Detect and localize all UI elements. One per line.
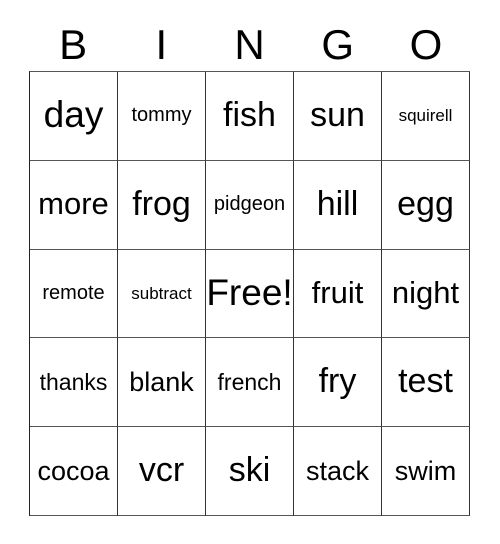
bingo-header-letter-n: N	[234, 20, 265, 68]
bingo-cell-label: fish	[223, 96, 276, 135]
bingo-cell[interactable]: day	[30, 72, 118, 161]
bingo-cell[interactable]: sun	[294, 72, 382, 161]
bingo-cell-label: test	[398, 362, 453, 401]
bingo-cell-label: squirell	[398, 105, 453, 125]
bingo-cell-label: remote	[42, 281, 105, 304]
bingo-cell-label: fruit	[311, 275, 364, 311]
bingo-cell[interactable]: swim	[382, 427, 470, 516]
bingo-header-row: B I N G O	[29, 18, 470, 71]
bingo-cell-label: sun	[310, 96, 365, 135]
bingo-cell-label: fry	[318, 362, 357, 401]
bingo-cell[interactable]: subtract	[118, 249, 206, 339]
bingo-cell[interactable]: fry	[294, 338, 382, 428]
bingo-cell-label: stack	[305, 455, 370, 486]
bingo-cell[interactable]: vcr	[118, 427, 206, 516]
bingo-cell-label: Free!	[206, 272, 293, 314]
bingo-cell[interactable]: thanks	[30, 338, 118, 428]
bingo-card: B I N G O day tommy fish sun squirell mo…	[0, 0, 500, 544]
bingo-header-letter-o: O	[409, 20, 443, 68]
bingo-cell[interactable]: egg	[382, 160, 470, 250]
bingo-grid: day tommy fish sun squirell more frog pi…	[29, 71, 470, 516]
bingo-cell-label: egg	[397, 184, 454, 223]
bingo-cell[interactable]: cocoa	[30, 427, 118, 516]
bingo-cell-label: frog	[132, 184, 191, 223]
bingo-cell[interactable]: pidgeon	[206, 160, 294, 250]
bingo-cell-label: cocoa	[37, 455, 110, 486]
bingo-header-letter-g: G	[321, 20, 355, 68]
bingo-cell[interactable]: night	[382, 249, 470, 339]
bingo-cell-label: night	[391, 275, 460, 311]
bingo-cell-free-space[interactable]: Free!	[206, 249, 294, 339]
bingo-cell-label: thanks	[39, 369, 108, 396]
bingo-cell[interactable]: stack	[294, 427, 382, 516]
bingo-cell-label: ski	[228, 451, 271, 490]
bingo-cell-label: day	[43, 94, 104, 136]
bingo-cell-label: hill	[316, 184, 359, 223]
bingo-cell-label: pidgeon	[213, 193, 286, 216]
bingo-cell[interactable]: hill	[294, 160, 382, 250]
bingo-cell[interactable]: test	[382, 338, 470, 428]
bingo-cell[interactable]: french	[206, 338, 294, 428]
bingo-cell[interactable]: ski	[206, 427, 294, 516]
bingo-cell[interactable]: squirell	[382, 72, 470, 161]
bingo-cell-label: swim	[394, 455, 457, 486]
bingo-cell-label: vcr	[138, 451, 185, 490]
bingo-cell[interactable]: fish	[206, 72, 294, 161]
bingo-cell[interactable]: frog	[118, 160, 206, 250]
bingo-cell[interactable]: fruit	[294, 249, 382, 339]
bingo-cell-label: tommy	[131, 104, 192, 127]
bingo-header-letter-b: B	[59, 20, 88, 68]
bingo-cell-label: more	[38, 186, 109, 222]
bingo-cell[interactable]: tommy	[118, 72, 206, 161]
bingo-cell[interactable]: more	[30, 160, 118, 250]
bingo-cell[interactable]: remote	[30, 249, 118, 339]
bingo-cell-label: french	[217, 369, 282, 396]
bingo-cell-label: subtract	[131, 283, 192, 303]
bingo-cell-label: blank	[129, 367, 194, 398]
bingo-header-letter-i: I	[155, 20, 168, 68]
bingo-cell[interactable]: blank	[118, 338, 206, 428]
